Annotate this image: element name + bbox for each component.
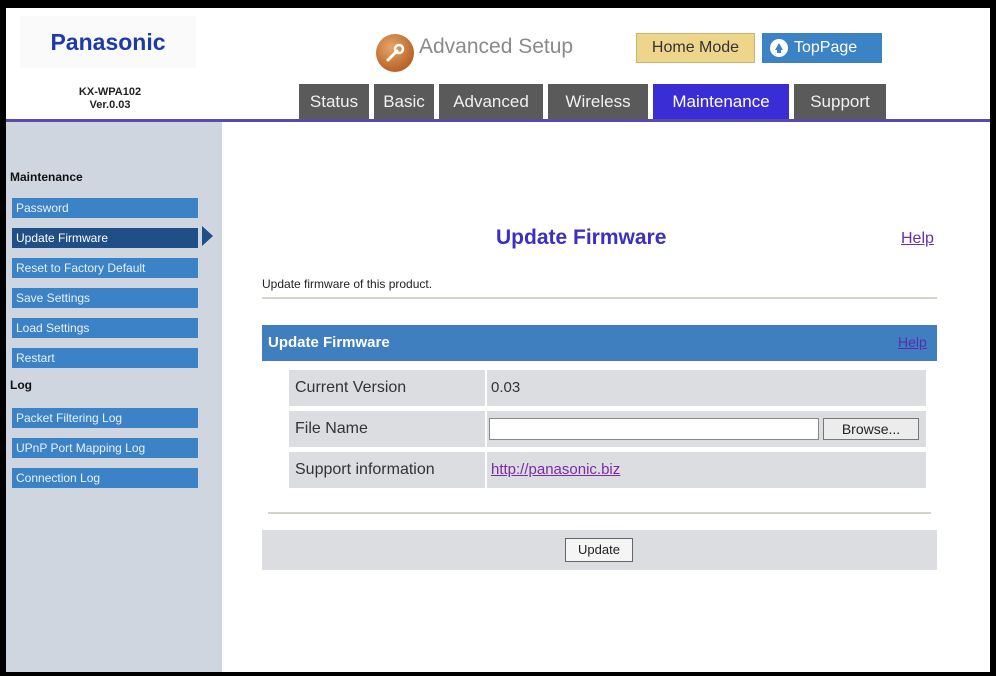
- sidebar-item-load-settings[interactable]: Load Settings: [12, 318, 198, 338]
- file-name-label: File Name: [295, 420, 368, 437]
- sidebar-section-maintenance: Maintenance: [10, 170, 83, 184]
- page-description: Update firmware of this product.: [262, 277, 433, 291]
- tab-wireless[interactable]: Wireless: [548, 84, 648, 120]
- tab-support[interactable]: Support: [794, 84, 886, 120]
- current-version-value: 0.03: [491, 379, 521, 396]
- sidebar-item-password[interactable]: Password: [12, 198, 198, 218]
- tab-maintenance[interactable]: Maintenance: [653, 84, 789, 120]
- tab-advanced[interactable]: Advanced: [439, 84, 543, 120]
- header: Panasonic KX-WPA102 Ver.0.03 Advanced Se…: [6, 8, 990, 122]
- tab-status[interactable]: Status: [299, 84, 369, 120]
- sidebar-item-packet-filtering-log[interactable]: Packet Filtering Log: [12, 408, 198, 428]
- sidebar-section-log: Log: [10, 378, 32, 392]
- file-name-input[interactable]: [489, 418, 819, 440]
- support-info-row: Support information http://panasonic.biz: [289, 452, 926, 488]
- home-mode-button[interactable]: Home Mode: [636, 33, 755, 63]
- file-name-row: File Name Browse...: [289, 411, 926, 447]
- panel-title: Update Firmware: [268, 334, 390, 351]
- active-indicator-arrow-icon: [202, 226, 213, 246]
- firmware-version: Ver.0.03: [89, 99, 131, 111]
- model-info: KX-WPA102 Ver.0.03: [50, 86, 170, 112]
- up-arrow-icon: [770, 39, 788, 57]
- current-version-label: Current Version: [295, 379, 407, 396]
- tab-basic[interactable]: Basic: [374, 84, 434, 120]
- browse-button[interactable]: Browse...: [823, 418, 919, 440]
- cell-divider: [485, 452, 487, 488]
- sidebar-item-save-settings[interactable]: Save Settings: [12, 288, 198, 308]
- update-button[interactable]: Update: [565, 538, 633, 562]
- support-info-label: Support information: [295, 461, 435, 478]
- sidebar-item-connection-log[interactable]: Connection Log: [12, 468, 198, 488]
- panel-help-link[interactable]: Help: [898, 334, 927, 350]
- cell-divider: [485, 411, 487, 447]
- model-name: KX-WPA102: [78, 86, 142, 98]
- wrench-icon: [376, 34, 414, 72]
- toppage-label: TopPage: [794, 39, 858, 56]
- divider: [262, 297, 937, 299]
- browser-frame: Panasonic KX-WPA102 Ver.0.03 Advanced Se…: [6, 8, 990, 672]
- cell-divider: [485, 370, 487, 406]
- help-link[interactable]: Help: [901, 230, 934, 248]
- divider: [268, 512, 931, 514]
- sidebar-item-reset-factory-default[interactable]: Reset to Factory Default: [12, 258, 198, 278]
- current-version-row: Current Version 0.03: [289, 370, 926, 406]
- sidebar-item-restart[interactable]: Restart: [12, 348, 198, 368]
- page-title: Update Firmware: [496, 226, 667, 249]
- panasonic-logo: Panasonic: [20, 16, 196, 68]
- action-bar: Update: [262, 530, 937, 570]
- toppage-button[interactable]: TopPage: [762, 33, 882, 63]
- sidebar: Maintenance Password Update Firmware Res…: [6, 122, 222, 672]
- sidebar-item-update-firmware[interactable]: Update Firmware: [12, 228, 198, 248]
- support-link[interactable]: http://panasonic.biz: [491, 461, 620, 478]
- page-mode-title: Advanced Setup: [419, 35, 574, 58]
- sidebar-item-upnp-port-mapping-log[interactable]: UPnP Port Mapping Log: [12, 438, 198, 458]
- panel-header: Update Firmware Help: [262, 325, 937, 361]
